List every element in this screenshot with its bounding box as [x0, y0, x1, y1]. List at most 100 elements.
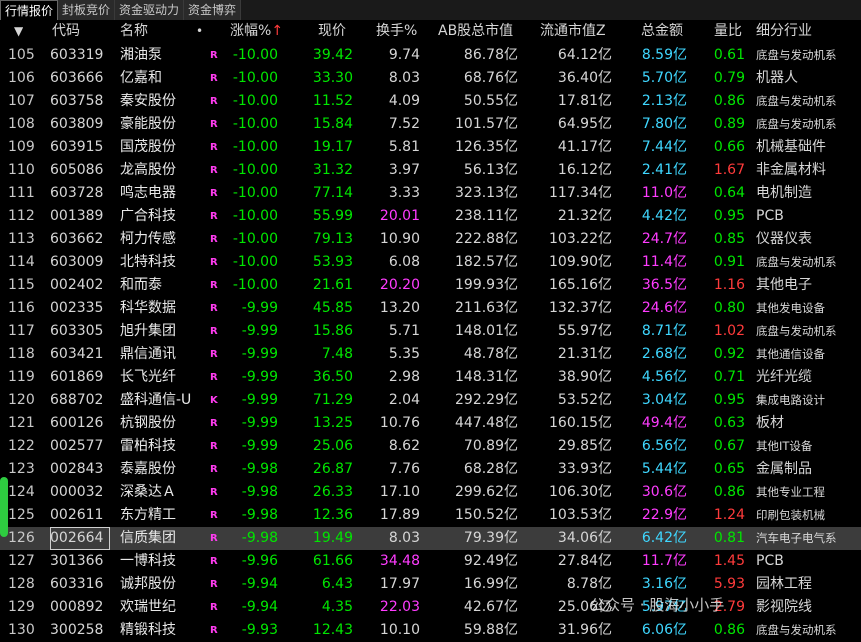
row-tag-badge: R	[210, 73, 218, 84]
row-tag-badge: R	[210, 349, 218, 360]
table-row[interactable]: 130 300258 精锻科技 R -9.93 12.43 10.10 59.88亿 31.96…	[0, 619, 861, 642]
row-turnover: 5.81	[388, 139, 420, 155]
col-header-float-cap[interactable]: 流通市值Z	[540, 20, 606, 42]
row-turnover: 7.52	[388, 116, 420, 132]
col-header-vol-ratio[interactable]: 量比	[714, 20, 742, 42]
row-change: -9.93	[241, 622, 278, 638]
row-ab-cap: 68.28亿	[463, 461, 518, 477]
table-row[interactable]: 118 603421 鼎信通讯 R -9.99 7.48 5.35 48.78亿 21.31亿 2…	[0, 343, 861, 366]
row-tag-badge: R	[210, 211, 218, 222]
row-seq: 114	[8, 254, 35, 270]
row-name: 杭钢股份	[120, 415, 176, 431]
table-row[interactable]: 106 603666 亿嘉和 R -10.00 33.30 8.03 68.76亿 36.40亿…	[0, 67, 861, 90]
row-code: 603666	[50, 70, 104, 86]
row-tag-badge: R	[210, 625, 218, 636]
table-row[interactable]: 110 605086 龙高股份 R -10.00 31.32 3.97 56.13亿 16.12…	[0, 159, 861, 182]
row-industry: 其他IT设备	[756, 439, 813, 453]
table-row[interactable]: 123 002843 泰嘉股份 R -9.98 26.87 7.76 68.28亿 33.93亿…	[0, 458, 861, 481]
table-row[interactable]: 125 002611 东方精工 R -9.98 12.36 17.89 150.52亿 103.…	[0, 504, 861, 527]
table-row[interactable]: 114 603009 北特科技 R -10.00 53.93 6.08 182.57亿 109.…	[0, 251, 861, 274]
col-header-change[interactable]: 涨幅%↑	[230, 20, 283, 42]
row-ab-cap: 16.99亿	[463, 576, 518, 592]
row-name: 国茂股份	[120, 139, 176, 155]
row-change: -9.98	[241, 484, 278, 500]
col-header-industry[interactable]: 细分行业	[756, 20, 812, 42]
row-seq: 107	[8, 93, 35, 109]
row-code: 605086	[50, 162, 104, 178]
table-row[interactable]: 128 603316 诚邦股份 R -9.94 6.43 17.97 16.99亿 8.78亿 3…	[0, 573, 861, 596]
row-code: 603421	[50, 346, 104, 362]
row-ab-cap: 292.29亿	[455, 392, 518, 408]
tab-quotes[interactable]: 行情报价	[0, 0, 59, 20]
row-change: -10.00	[232, 208, 278, 224]
table-row[interactable]: 109 603915 国茂股份 R -10.00 19.17 5.81 126.35亿 41.1…	[0, 136, 861, 159]
row-industry: 园林工程	[756, 576, 812, 592]
row-price: 45.85	[312, 300, 353, 316]
table-row[interactable]: 107 603758 秦安股份 R -10.00 11.52 4.09 50.55亿 17.81…	[0, 90, 861, 113]
tab-limit-auction[interactable]: 封板竞价	[58, 0, 116, 20]
table-row[interactable]: 108 603809 豪能股份 R -10.00 15.84 7.52 101.57亿 64.9…	[0, 113, 861, 136]
tab-capital-drive[interactable]: 资金驱动力	[115, 0, 185, 20]
row-turnover: 7.76	[388, 461, 420, 477]
col-header-name[interactable]: 名称	[120, 20, 148, 42]
col-header-code[interactable]: 代码	[52, 20, 80, 42]
col-header-amount[interactable]: 总金额	[641, 20, 683, 42]
row-ab-cap: 222.88亿	[455, 231, 518, 247]
table-row[interactable]: 129 000892 欢瑞世纪 R -9.94 4.35 22.03 42.67亿 25.06亿…	[0, 596, 861, 619]
col-header-ab-cap[interactable]: AB股总市值	[438, 20, 513, 42]
row-seq: 119	[8, 369, 35, 385]
table-row[interactable]: 115 002402 和而泰 R -10.00 21.61 20.20 199.93亿 165.…	[0, 274, 861, 297]
row-tag-badge: R	[210, 188, 218, 199]
table-row[interactable]: 122 002577 雷柏科技 R -9.99 25.06 8.62 70.89亿 29.85亿…	[0, 435, 861, 458]
row-tag-badge: R	[210, 234, 218, 245]
row-name: 湘油泵	[120, 47, 162, 63]
row-amount: 2.68亿	[641, 346, 687, 362]
row-change: -9.96	[241, 553, 278, 569]
row-name: 雷柏科技	[120, 438, 176, 454]
table-row[interactable]: 124 000032 深桑达Ａ R -9.98 26.33 17.10 299.62亿 106.…	[0, 481, 861, 504]
table-row[interactable]: 121 600126 杭钢股份 R -9.99 13.25 10.76 447.48亿 160.…	[0, 412, 861, 435]
row-vol-ratio: 0.63	[713, 415, 745, 431]
row-price: 77.14	[312, 185, 353, 201]
row-industry: 板材	[756, 415, 784, 431]
table-row[interactable]: 120 688702 盛科通信-U K -9.99 71.29 2.04 292.29亿 53.…	[0, 389, 861, 412]
row-amount: 24.7亿	[641, 231, 687, 247]
row-vol-ratio: 0.89	[713, 116, 745, 132]
row-ab-cap: 70.89亿	[463, 438, 518, 454]
row-price: 33.30	[312, 70, 353, 86]
row-tag-badge: R	[210, 487, 218, 498]
col-header-turnover[interactable]: 换手%	[376, 20, 417, 42]
table-row[interactable]: 112 001389 广合科技 R -10.00 55.99 20.01 238.11亿 21.…	[0, 205, 861, 228]
row-turnover: 9.74	[388, 47, 420, 63]
tab-capital-game[interactable]: 资金博弈	[184, 0, 242, 20]
row-vol-ratio: 0.95	[713, 208, 745, 224]
table-row[interactable]: 117 603305 旭升集团 R -9.99 15.86 5.71 148.01亿 55.97…	[0, 320, 861, 343]
row-change: -9.99	[241, 438, 278, 454]
table-row[interactable]: 105 603319 湘油泵 R -10.00 39.42 9.74 86.78亿 64.12亿…	[0, 44, 861, 67]
row-float-cap: 117.34亿	[549, 185, 612, 201]
row-float-cap: 36.40亿	[557, 70, 612, 86]
row-tag-badge: R	[210, 257, 218, 268]
col-header-price[interactable]: 现价	[318, 20, 346, 42]
row-price: 26.87	[312, 461, 353, 477]
row-ab-cap: 238.11亿	[455, 208, 518, 224]
scrollbar-thumb[interactable]	[0, 477, 8, 537]
row-turnover: 10.10	[379, 622, 420, 638]
row-vol-ratio: 0.67	[713, 438, 745, 454]
table-row[interactable]: 116 002335 科华数据 R -9.99 45.85 13.20 211.63亿 132.…	[0, 297, 861, 320]
table-row[interactable]: 111 603728 鸣志电器 R -10.00 77.14 3.33 323.13亿 117.…	[0, 182, 861, 205]
row-tag-badge: R	[210, 579, 218, 590]
table-row[interactable]: 127 301366 一博科技 R -9.96 61.66 34.48 92.49亿 27.84…	[0, 550, 861, 573]
expand-icon[interactable]: ▼	[14, 20, 23, 42]
row-vol-ratio: 1.02	[713, 323, 745, 339]
row-float-cap: 64.95亿	[557, 116, 612, 132]
row-tag-badge: R	[210, 326, 218, 337]
row-ab-cap: 48.78亿	[463, 346, 518, 362]
row-name: 龙高股份	[120, 162, 176, 178]
row-turnover: 8.62	[388, 438, 420, 454]
row-turnover: 3.97	[388, 162, 420, 178]
table-row[interactable]: 119 601869 长飞光纤 R -9.99 36.50 2.98 148.31亿 38.90…	[0, 366, 861, 389]
table-row[interactable]: 113 603662 柯力传感 R -10.00 79.13 10.90 222.88亿 103…	[0, 228, 861, 251]
table-row[interactable]: 126 002664 信质集团 R -9.98 19.49 8.03 79.39亿 34.06亿…	[0, 527, 861, 550]
row-turnover: 34.48	[379, 553, 420, 569]
